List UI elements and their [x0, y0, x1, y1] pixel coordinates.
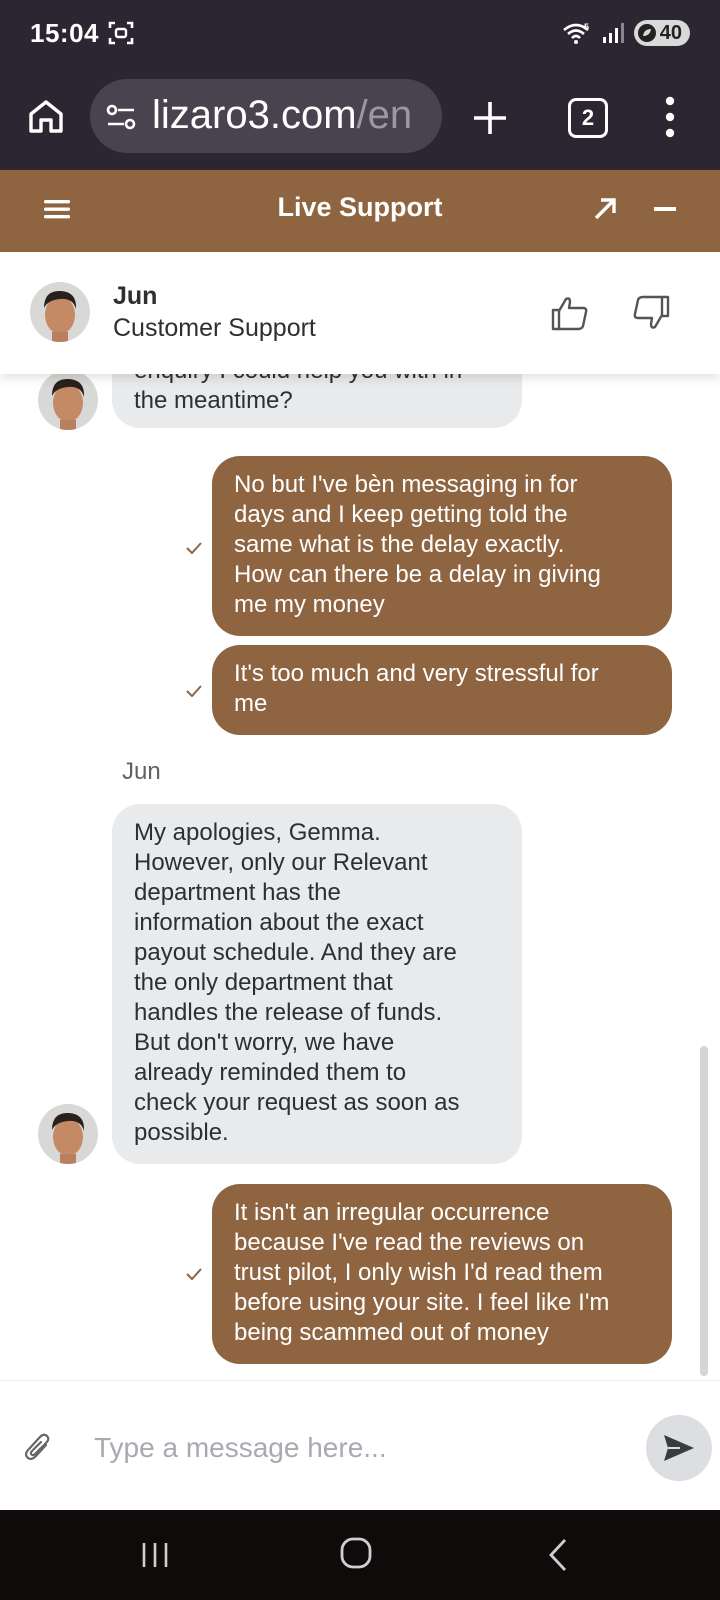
chat-messages[interactable]: enquiry I could help you with in the mea… [0, 374, 720, 1380]
home-icon[interactable] [26, 96, 66, 136]
sent-check-icon [186, 542, 202, 554]
tab-switcher-button[interactable]: 2 [568, 98, 608, 138]
message-sender-label: Jun [122, 758, 161, 785]
url-domain: lizaro3.com [152, 93, 357, 137]
minimize-icon[interactable] [654, 207, 676, 211]
agent-card: Jun Customer Support [0, 252, 720, 374]
sent-check-icon [186, 1268, 202, 1280]
agent-message-avatar [38, 1104, 98, 1164]
battery-icon: 40 [633, 20, 690, 46]
user-message: It isn't an irregular occurrence because… [212, 1184, 672, 1364]
agent-name: Jun [113, 282, 158, 310]
message-composer [0, 1380, 720, 1511]
signal-icon [602, 23, 624, 43]
back-icon[interactable] [548, 1538, 568, 1572]
browser-toolbar: lizaro3.com/en 2 [0, 68, 720, 170]
site-settings-icon[interactable] [106, 103, 136, 131]
wifi-icon: 5 [562, 22, 589, 44]
leaf-icon [637, 24, 656, 42]
more-vert-icon[interactable] [664, 96, 676, 138]
url-path: /en [356, 93, 413, 137]
agent-role: Customer Support [113, 314, 316, 342]
expand-icon[interactable] [592, 196, 618, 222]
url-text[interactable]: lizaro3.com/en [152, 93, 412, 138]
address-bar[interactable]: lizaro3.com/en [90, 79, 442, 153]
system-nav-bar [0, 1510, 720, 1600]
svg-text:5: 5 [584, 22, 589, 32]
agent-avatar [30, 282, 90, 342]
status-icons: 5 40 [562, 18, 690, 48]
agent-message: My apologies, Gemma. However, only our R… [112, 804, 522, 1164]
screenshot-icon [108, 21, 134, 45]
plus-icon[interactable] [470, 98, 510, 138]
thumbs-down-icon[interactable] [632, 294, 670, 332]
agent-message: enquiry I could help you with in the mea… [112, 374, 522, 428]
chat-scrollbar[interactable] [700, 1046, 708, 1376]
battery-level: 40 [659, 21, 682, 44]
status-bar: 15:04 5 40 [0, 0, 720, 68]
paperclip-icon[interactable] [24, 1431, 52, 1463]
agent-message-avatar [38, 374, 98, 430]
sent-check-icon [186, 685, 202, 697]
message-input[interactable] [92, 1425, 616, 1471]
user-message: It's too much and very stressful for me [212, 645, 672, 735]
user-message: No but I've bèn messaging in for days an… [212, 456, 672, 636]
recents-icon[interactable] [140, 1540, 170, 1570]
home-nav-icon[interactable] [340, 1537, 372, 1569]
chat-header: Live Support [0, 170, 720, 252]
send-icon [664, 1435, 694, 1461]
thumbs-up-icon[interactable] [551, 294, 589, 332]
status-time: 15:04 [30, 18, 99, 48]
send-button[interactable] [646, 1415, 712, 1481]
